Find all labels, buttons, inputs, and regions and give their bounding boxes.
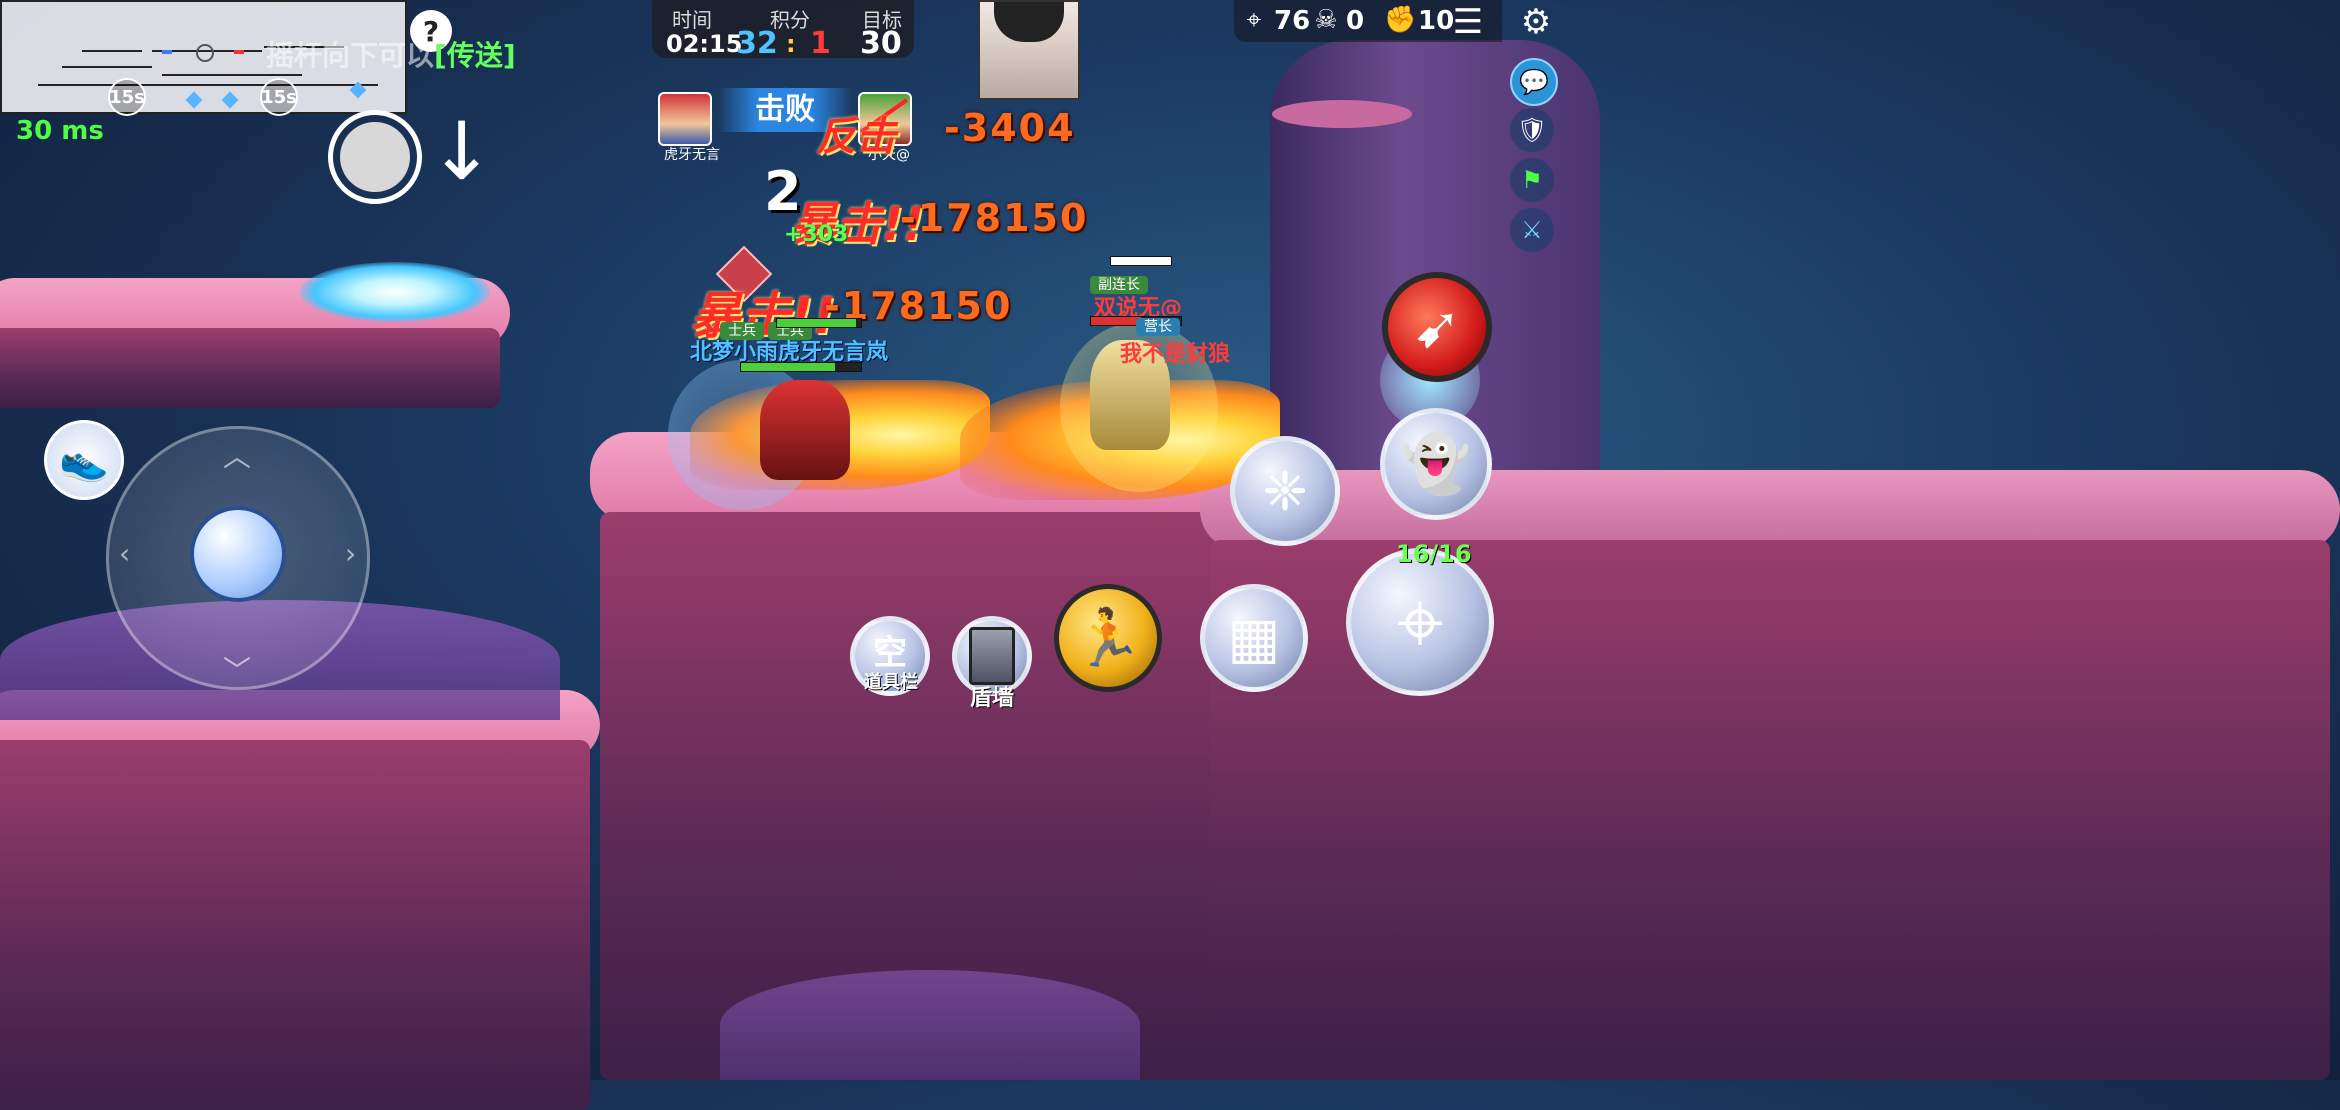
blue-score: 32 xyxy=(736,26,778,61)
target-score: 30 xyxy=(860,26,902,61)
fist-icon: ✊ xyxy=(1384,5,1417,35)
death-count: 0 xyxy=(1346,6,1365,36)
ally-health-bar xyxy=(740,362,862,372)
rank-tag: 营长 xyxy=(1136,318,1180,336)
joystick-right-arrow: › xyxy=(345,537,357,570)
menu-list-icon[interactable]: ☰ xyxy=(1448,4,1488,40)
killer-avatar xyxy=(658,92,712,146)
ultimate-skill-button[interactable]: 🏃 xyxy=(1054,584,1162,692)
ally-health-bar xyxy=(776,318,862,328)
sprint-shoe-button[interactable]: 👟 xyxy=(44,420,124,500)
crosshair-icon: ⌖ xyxy=(1246,5,1262,35)
time-label: 时间 xyxy=(672,8,712,32)
teleport-portal xyxy=(300,262,490,322)
opponent-portrait xyxy=(978,0,1080,100)
minimap-blue-marker xyxy=(162,50,172,54)
killer-name: 虎牙无言 xyxy=(664,147,720,163)
match-timer: 02:15 xyxy=(666,30,743,58)
skull-icon: ☠ xyxy=(1314,5,1338,35)
shield-wall-label: 盾墙 xyxy=(970,686,1015,711)
enemy-health-bar xyxy=(1110,256,1172,266)
minimap-respawn-timer: 15s xyxy=(260,78,298,116)
dash-figure-icon: 🏃 xyxy=(1073,606,1143,671)
enemy-name: 我不是豺狼 xyxy=(1120,342,1231,367)
flag-icon[interactable]: ⚑ xyxy=(1510,158,1554,202)
joystick-hint-icon xyxy=(328,110,422,204)
gear-icon[interactable]: ⚙ xyxy=(1516,4,1556,40)
scoreboard: 时间 积分 目标 02:15 32 : 1 30 xyxy=(652,0,914,61)
arrow-skill-button[interactable]: ➹ xyxy=(1382,272,1492,382)
ammo-counter: 16/16 xyxy=(1396,540,1472,568)
right-ledge xyxy=(1200,470,2340,1080)
joystick-down-arrow: ﹀ xyxy=(223,654,252,687)
crosshair-icon: ⌖ xyxy=(1396,572,1444,671)
sword-icon[interactable]: ⚔ xyxy=(1510,208,1554,252)
ally-character xyxy=(760,380,850,480)
heal-number: +303 xyxy=(784,222,849,247)
winged-shoe-icon: 👟 xyxy=(59,437,109,484)
arrowhead-icon: ➹ xyxy=(1412,293,1462,361)
crit-damage: -178150 xyxy=(900,196,1089,240)
item-slot-label: 道具栏 xyxy=(864,672,918,693)
ping-indicator: 30 ms xyxy=(16,116,104,146)
minimap-red-marker xyxy=(234,50,244,54)
hint-highlight: [传送] xyxy=(434,39,516,72)
foliage-bottom xyxy=(720,970,1140,1080)
item-slot-glyph: 空 xyxy=(873,632,907,673)
minimap-crystal-icon xyxy=(185,91,203,109)
ghost-dash-button[interactable]: 👻 xyxy=(1380,408,1492,520)
web-skill-button[interactable]: ❈ xyxy=(1230,436,1340,546)
joystick-knob[interactable] xyxy=(190,506,286,602)
minimap-crystal-icon xyxy=(221,91,239,109)
red-score: 1 xyxy=(810,26,831,61)
tree-mushroom-shelf xyxy=(1272,100,1412,128)
shield-badge-icon[interactable]: 🛡 xyxy=(1510,108,1554,152)
web-icon: ❈ xyxy=(1262,459,1308,523)
minimap-respawn-timer: 15s xyxy=(108,78,146,116)
minimap-player-marker xyxy=(196,44,214,62)
chip-icon: ▦ xyxy=(1227,605,1281,671)
counter-attack-text: 反击 xyxy=(816,114,896,160)
teleport-hint: 摇杆向下可以[传送] xyxy=(266,34,516,74)
kill-count: 76 xyxy=(1274,6,1311,36)
score-separator: : xyxy=(786,30,796,58)
chip-skill-button[interactable]: ▦ xyxy=(1200,584,1308,692)
counter-damage: -3404 xyxy=(944,106,1076,150)
down-arrow-icon: ↓ xyxy=(428,105,496,198)
joystick-left-arrow: ‹ xyxy=(119,537,131,570)
chat-icon[interactable]: 💬 xyxy=(1510,58,1558,106)
stats-bar: ⌖ 76 ☠ 0 ✊ 10 ☰ ⚙ xyxy=(1234,0,2340,42)
hint-prefix: 摇杆向下可以 xyxy=(266,39,435,72)
joystick-up-arrow: ︿ xyxy=(223,440,252,473)
shield-wall-icon xyxy=(969,627,1015,685)
ghost-icon: 👻 xyxy=(1401,432,1471,497)
bottom-left-ground xyxy=(0,690,600,1110)
fire-button[interactable]: ⌖ xyxy=(1346,548,1494,696)
chevron-up-icon: ︿ xyxy=(772,72,799,102)
